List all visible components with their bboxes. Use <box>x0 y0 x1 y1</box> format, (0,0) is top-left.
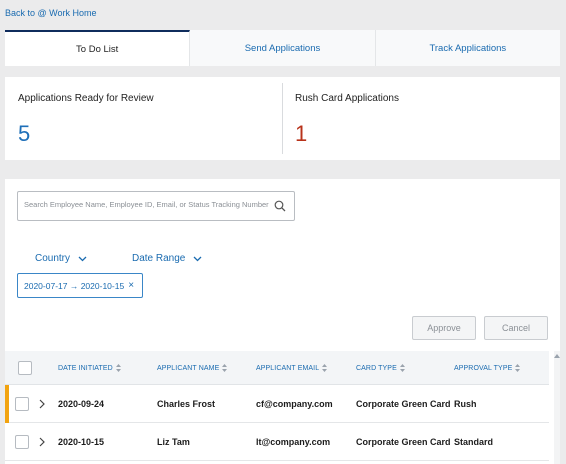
tab-bar: To Do List Send Applications Track Appli… <box>5 30 560 66</box>
rush-card-count: 1 <box>295 121 308 146</box>
close-icon[interactable]: × <box>128 280 134 291</box>
cell-applicant-name: Liz Tam <box>157 437 190 447</box>
column-approval-type-label: APPROVAL TYPE <box>454 364 513 372</box>
chevron-right-icon[interactable] <box>38 399 46 409</box>
cancel-button[interactable]: Cancel <box>484 316 548 340</box>
cell-applicant-email: lt@company.com <box>256 437 331 447</box>
sort-icon <box>115 364 121 372</box>
select-all-checkbox[interactable] <box>18 361 32 375</box>
column-approval-type[interactable]: APPROVAL TYPE <box>454 364 521 372</box>
cell-approval-type: Standard <box>454 437 494 447</box>
sort-icon <box>399 364 405 372</box>
date-range-chip: 2020-07-17 → 2020-10-15 × <box>17 273 143 298</box>
chevron-down-icon <box>193 256 202 261</box>
summary-panel: Applications Ready for Review 5 Rush Car… <box>5 77 560 160</box>
column-applicant-email[interactable]: APPLICANT EMAIL <box>256 364 328 372</box>
column-applicant-email-label: APPLICANT EMAIL <box>256 364 320 372</box>
column-applicant-name-label: APPLICANT NAME <box>157 364 220 372</box>
table-scrollbar[interactable] <box>554 351 560 464</box>
chevron-down-icon <box>78 256 87 261</box>
search-input[interactable] <box>24 200 269 209</box>
search-icon[interactable] <box>274 200 286 212</box>
tab-to-do-list[interactable]: To Do List <box>5 30 191 66</box>
column-card-type[interactable]: CARD TYPE <box>356 364 405 372</box>
ready-for-review-title: Applications Ready for Review <box>18 93 154 104</box>
cell-card-type: Corporate Green Card <box>356 399 451 409</box>
ready-for-review-count: 5 <box>18 121 31 146</box>
row-checkbox[interactable] <box>15 435 29 449</box>
cell-card-type: Corporate Green Card <box>356 437 451 447</box>
applications-panel: Country Date Range 2020-07-17 → 2020-10-… <box>5 179 560 464</box>
date-range-filter-label: Date Range <box>132 253 186 264</box>
column-date-initiated[interactable]: DATE INITIATED <box>58 364 121 372</box>
search-box <box>17 191 295 221</box>
cell-applicant-email: cf@company.com <box>256 399 333 409</box>
rush-card-title: Rush Card Applications <box>295 93 399 104</box>
country-filter[interactable]: Country <box>35 253 87 264</box>
country-filter-label: Country <box>35 253 71 264</box>
rush-flag-indicator <box>5 385 9 423</box>
chevron-up-icon[interactable] <box>554 353 560 359</box>
cell-applicant-name: Charles Frost <box>157 399 216 409</box>
cell-approval-type: Rush <box>454 399 477 409</box>
tab-send-applications[interactable]: Send Applications <box>190 30 376 66</box>
date-range-chip-label: 2020-07-17 → 2020-10-15 <box>24 280 125 291</box>
date-range-filter[interactable]: Date Range <box>132 253 202 264</box>
sort-icon <box>222 364 228 372</box>
cell-date-initiated: 2020-09-24 <box>58 399 105 409</box>
table-header: DATE INITIATED APPLICANT NAME APPLICANT … <box>5 351 549 385</box>
table-row[interactable]: 2020-10-15 Liz Tam lt@company.com Corpor… <box>5 423 549 461</box>
column-date-initiated-label: DATE INITIATED <box>58 364 113 372</box>
cell-date-initiated: 2020-10-15 <box>58 437 105 447</box>
table-row[interactable]: 2020-09-24 Charles Frost cf@company.com … <box>5 385 549 423</box>
sort-icon <box>515 364 521 372</box>
column-applicant-name[interactable]: APPLICANT NAME <box>157 364 228 372</box>
row-checkbox[interactable] <box>15 397 29 411</box>
sort-icon <box>322 364 328 372</box>
ready-for-review-card[interactable]: Applications Ready for Review 5 <box>5 77 282 160</box>
chevron-right-icon[interactable] <box>38 437 46 447</box>
rush-card-card[interactable]: Rush Card Applications 1 <box>282 83 560 154</box>
back-to-home-link[interactable]: Back to @ Work Home <box>5 8 97 18</box>
tab-track-applications[interactable]: Track Applications <box>376 30 560 66</box>
column-card-type-label: CARD TYPE <box>356 364 397 372</box>
approve-button[interactable]: Approve <box>412 316 476 340</box>
